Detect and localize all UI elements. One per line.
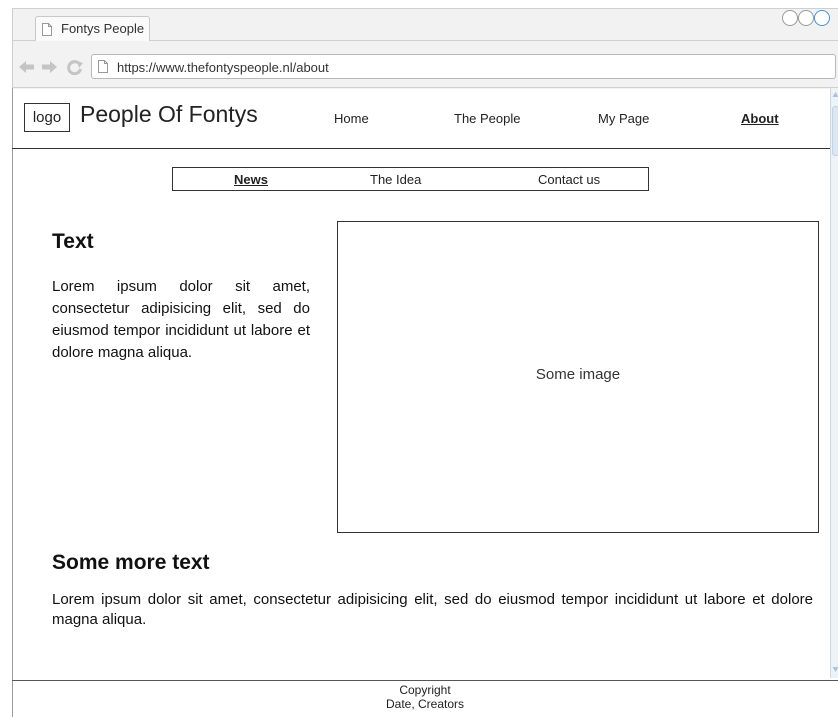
vertical-scrollbar[interactable] [830,88,838,678]
tab-title: Fontys People [61,21,145,36]
section-heading: Text [52,230,94,253]
url-text: https://www.thefontyspeople.nl/about [117,60,329,75]
image-placeholder: Some image [337,221,819,533]
reload-icon[interactable] [66,59,84,75]
footer-copyright: Copyright [399,683,451,697]
sub-navigation: News The Idea Contact us [172,167,649,191]
window-controls [778,10,838,28]
window-circle-icon[interactable] [814,10,830,26]
scroll-up-arrow-icon[interactable] [832,90,838,100]
subnav-news-link[interactable]: News [234,172,268,187]
nav-the-people-link[interactable]: The People [454,111,521,126]
page-icon [98,60,108,73]
site-logo[interactable]: logo [24,103,70,132]
browser-window: Fontys People https://www.thefontyspeopl… [0,0,838,717]
footer-date-creators: Date, Creators [385,697,465,711]
site-title: People Of Fontys [80,101,258,127]
scroll-down-arrow-icon[interactable] [832,664,838,674]
site-footer: Copyright Date, Creators [12,680,838,717]
viewport-border [12,88,13,717]
subnav-contact-us-link[interactable]: Contact us [538,172,600,187]
window-circle-icon[interactable] [782,10,798,26]
scrollbar-thumb[interactable] [832,106,838,156]
nav-home-link[interactable]: Home [334,111,369,126]
forward-arrow-icon[interactable] [40,59,58,75]
nav-my-page-link[interactable]: My Page [598,111,649,126]
image-placeholder-label: Some image [535,366,621,383]
address-bar[interactable]: https://www.thefontyspeople.nl/about [91,54,836,79]
section-paragraph: Lorem ipsum dolor sit amet, consectetur … [52,278,310,361]
nav-about-link[interactable]: About [741,111,779,126]
page-icon [42,23,52,36]
browser-tab[interactable]: Fontys People [35,16,150,41]
window-circle-icon[interactable] [798,10,814,26]
back-arrow-icon[interactable] [18,59,36,75]
subnav-the-idea-link[interactable]: The Idea [370,172,421,187]
more-text-paragraph: Lorem ipsum dolor sit amet, consectetur … [52,591,813,628]
site-header: logo People Of Fontys Home The People My… [12,88,830,149]
more-text-heading: Some more text [52,551,210,574]
